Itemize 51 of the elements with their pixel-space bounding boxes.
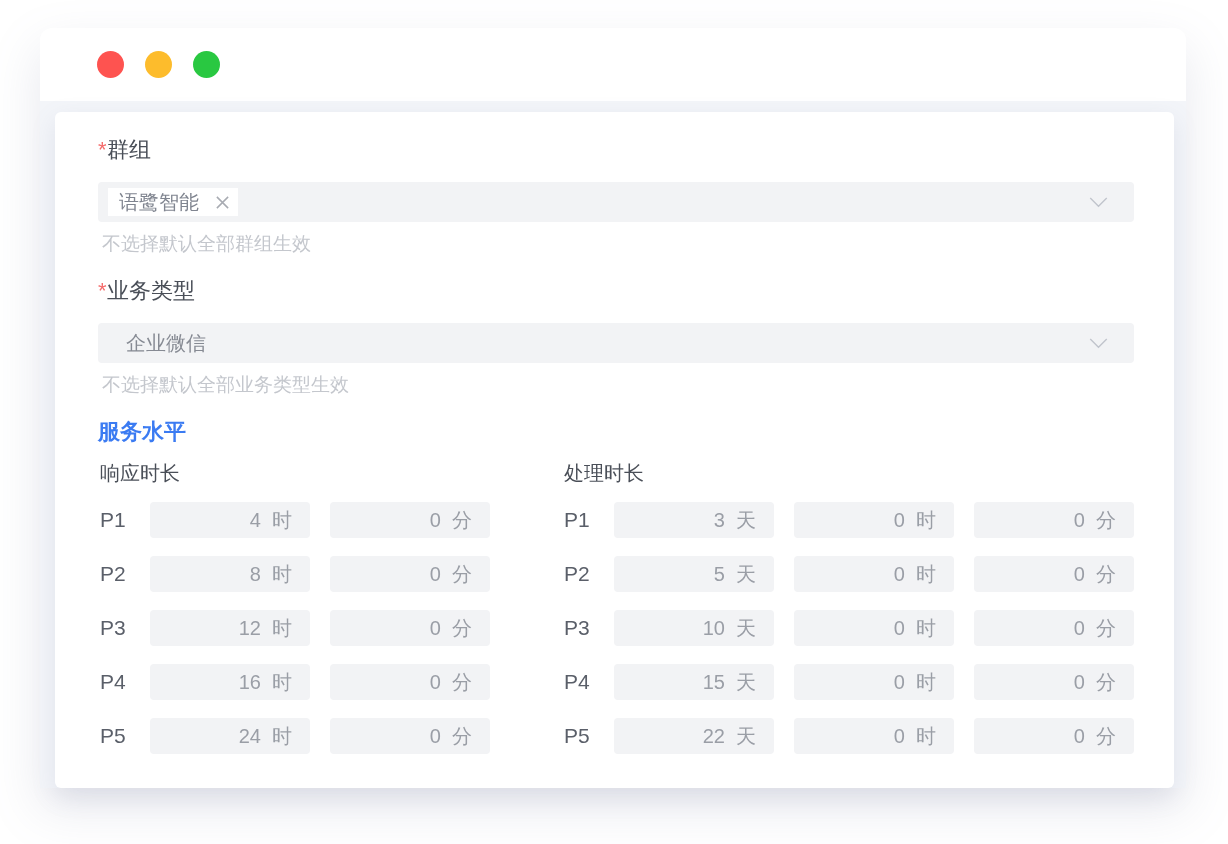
hint-text: 不选择默认全部业务类型生效 xyxy=(101,373,350,397)
column-title: 响应时长 xyxy=(99,461,181,486)
window-control-button[interactable] xyxy=(97,51,124,78)
duration-field[interactable]: 5 天 xyxy=(614,556,774,592)
priority-label: P2 xyxy=(563,562,591,586)
business-type-select[interactable]: 企业微信 xyxy=(98,323,1134,363)
duration-field[interactable]: 0 时 xyxy=(794,502,954,538)
window-control-button[interactable] xyxy=(145,51,172,78)
duration-field[interactable]: 4 时 xyxy=(150,502,310,538)
duration-field[interactable]: 22 天 xyxy=(614,718,774,754)
duration-field[interactable]: 0 时 xyxy=(794,718,954,754)
duration-field[interactable]: 0 分 xyxy=(330,502,490,538)
duration-field[interactable]: 0 时 xyxy=(794,664,954,700)
duration-field[interactable]: 10 天 xyxy=(614,610,774,646)
column-title: 处理时长 xyxy=(563,461,645,486)
priority-label: P2 xyxy=(99,562,127,586)
priority-label: P4 xyxy=(563,670,591,694)
duration-field[interactable]: 0 分 xyxy=(330,664,490,700)
duration-field[interactable]: 24 时 xyxy=(150,718,310,754)
duration-field[interactable]: 0 分 xyxy=(974,718,1134,754)
duration-field[interactable]: 0 分 xyxy=(974,502,1134,538)
duration-field[interactable]: 0 时 xyxy=(794,556,954,592)
duration-field[interactable]: 12 时 xyxy=(150,610,310,646)
close-icon[interactable] xyxy=(215,194,230,210)
hint-text: 不选择默认全部群组生效 xyxy=(101,232,312,256)
priority-label: P5 xyxy=(99,724,127,748)
duration-field[interactable]: 0 分 xyxy=(974,664,1134,700)
window-control-button[interactable] xyxy=(193,51,220,78)
group-select[interactable]: 语鹭智能 xyxy=(98,182,1134,222)
field-label: *群组 xyxy=(98,136,152,164)
chevron-down-icon xyxy=(1089,196,1108,208)
priority-label: P4 xyxy=(99,670,127,694)
duration-field[interactable]: 0 时 xyxy=(794,610,954,646)
duration-field[interactable]: 0 分 xyxy=(330,718,490,754)
section-title: 服务水平 xyxy=(98,418,187,446)
duration-field[interactable]: 0 分 xyxy=(974,556,1134,592)
duration-field[interactable]: 15 天 xyxy=(614,664,774,700)
priority-label: P3 xyxy=(563,616,591,640)
priority-label: P1 xyxy=(99,508,127,532)
priority-label: P3 xyxy=(99,616,127,640)
chevron-down-icon xyxy=(1089,337,1108,349)
duration-field[interactable]: 0 分 xyxy=(974,610,1134,646)
duration-field[interactable]: 16 时 xyxy=(150,664,310,700)
field-label: *业务类型 xyxy=(98,277,196,305)
duration-field[interactable]: 3 天 xyxy=(614,502,774,538)
duration-field[interactable]: 0 分 xyxy=(330,610,490,646)
duration-field[interactable]: 0 分 xyxy=(330,556,490,592)
priority-label: P1 xyxy=(563,508,591,532)
selected-tag: 语鹭智能 xyxy=(108,188,238,216)
duration-field[interactable]: 8 时 xyxy=(150,556,310,592)
priority-label: P5 xyxy=(563,724,591,748)
